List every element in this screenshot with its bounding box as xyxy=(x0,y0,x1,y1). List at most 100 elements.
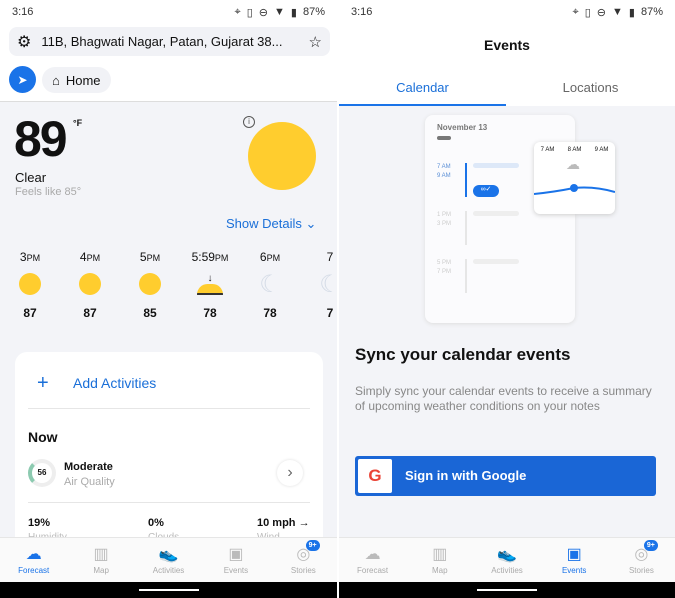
battery-level: 87% xyxy=(302,6,325,18)
sun-icon xyxy=(60,270,120,298)
hour-item[interactable]: 5:59PM ↓ 78 xyxy=(180,250,240,320)
slot-time: 1 PM 3 PM xyxy=(437,212,452,227)
forecast-screen: 3:16 ⌖ ▯ ⊖ ▼ ▮ 87% ⚙ 11B, Bhagwati Nagar, Patan… xyxy=(0,0,337,598)
battery-icon: ▮ xyxy=(628,6,635,19)
nav-activities[interactable]: 👟 Activities xyxy=(473,538,540,582)
location-search-bar[interactable]: ⚙ 11B, Bhagwati Nagar, Patan, Gujarat 38.… xyxy=(9,27,330,56)
hourly-forecast[interactable]: 3PM 87 4PM 87 5PM 85 5:59PM ↓ 78 6PM ☾ 78 7 ☾ 7 xyxy=(0,250,337,320)
bottom-nav: ☁ Forecast ▥ Map 👟 Activities ▣ Events ◎ Stories 9… xyxy=(339,537,675,582)
stories-icon: ◎ xyxy=(634,546,649,563)
sync-description: Simply sync your calendar events to rece… xyxy=(355,384,652,413)
clock: 3:16 xyxy=(12,6,34,18)
events-screen: 3:16 ⌖ ▯ ⊖ ▼ ▮ 87% Events Calendar Locations N… xyxy=(339,0,675,598)
wifi-icon: ▼ xyxy=(274,6,285,18)
forecast-icon: ☁ xyxy=(364,546,381,563)
bottom-nav: ☁ Forecast ▥ Map 👟 Activities ▣ Events ◎ Stories 9… xyxy=(0,537,337,582)
address-text[interactable]: 11B, Bhagwati Nagar, Patan, Gujarat 38..… xyxy=(41,34,298,49)
home-label: Home xyxy=(65,72,101,88)
plus-icon[interactable]: + xyxy=(37,372,49,395)
hour-temp: 87 xyxy=(23,306,37,320)
hour-item[interactable]: 4PM 87 xyxy=(60,250,120,320)
battery-icon: ▮ xyxy=(290,6,297,19)
vibrate-icon: ▯ xyxy=(246,6,253,19)
sign-in-label: Sign in with Google xyxy=(405,468,527,483)
metric-value: 10 mph → xyxy=(257,517,310,529)
hour-item[interactable]: 6PM ☾ 78 xyxy=(240,250,300,320)
page-title: Events xyxy=(484,37,530,53)
sync-heading: Sync your calendar events xyxy=(355,345,571,364)
nav-forecast[interactable]: ☁ Forecast xyxy=(0,538,67,582)
home-indicator xyxy=(339,582,675,598)
show-details-button[interactable]: Show Details ⌄ xyxy=(226,216,316,232)
dnd-icon: ⊖ xyxy=(596,6,607,19)
dnd-icon: ⊖ xyxy=(258,6,269,19)
current-temperature: 89 xyxy=(14,111,68,167)
nav-stories[interactable]: ◎ Stories 9+ xyxy=(270,538,337,582)
nav-map[interactable]: ▥ Map xyxy=(406,538,473,582)
navigation-arrow-icon: ➤ xyxy=(17,72,28,87)
now-title: Now xyxy=(28,429,58,445)
add-activities-button[interactable]: Add Activities xyxy=(73,375,156,391)
hour-temp: 85 xyxy=(143,306,157,320)
sun-icon xyxy=(0,270,60,298)
notification-badge: 9+ xyxy=(643,540,658,551)
temperature-unit: °F xyxy=(73,118,83,128)
hour-temp: 78 xyxy=(263,306,277,320)
google-logo-icon: G xyxy=(358,459,392,493)
aqi-level: Moderate xyxy=(64,461,113,473)
nav-events[interactable]: ▣ Events xyxy=(202,538,269,582)
hour-temp: 78 xyxy=(203,306,217,320)
wifi-icon: ▼ xyxy=(612,6,623,18)
nav-forecast[interactable]: ☁ Forecast xyxy=(339,538,406,582)
hour-item[interactable]: 3PM 87 xyxy=(0,250,60,320)
current-location-button[interactable]: ➤ xyxy=(9,66,36,93)
info-icon[interactable]: i xyxy=(243,116,255,128)
activities-icon: 👟 xyxy=(158,546,179,563)
status-bar: 3:16 ⌖ ▯ ⊖ ▼ ▮ 87% xyxy=(0,0,337,24)
temperature-curve xyxy=(534,184,615,195)
aqi-gauge: 56 xyxy=(28,459,56,487)
events-icon: ▣ xyxy=(228,546,244,563)
home-chip[interactable]: ⌂ Home xyxy=(42,67,111,93)
binoculars-check-icon: ∞✓ xyxy=(473,185,499,197)
nav-stories[interactable]: ◎ Stories 9+ xyxy=(608,538,675,582)
popup-hour: 7 AM xyxy=(540,147,555,153)
divider xyxy=(28,408,310,409)
moon-icon: ☾ xyxy=(259,270,281,298)
hour-item[interactable]: 5PM 85 xyxy=(120,250,180,320)
sunset-icon: ↓ xyxy=(180,270,240,298)
stories-icon: ◎ xyxy=(296,546,311,563)
chevron-down-icon: ⌄ xyxy=(305,216,317,231)
map-icon: ▥ xyxy=(432,546,448,563)
illustration-date: November 13 xyxy=(437,123,488,132)
hour-item[interactable]: 7 ☾ 7 xyxy=(300,250,337,320)
aqi-label: Air Quality xyxy=(64,476,115,488)
battery-level: 87% xyxy=(640,6,663,18)
star-add-icon[interactable]: ☆ xyxy=(309,33,322,51)
popup-hour: 8 AM xyxy=(567,147,582,153)
events-icon: ▣ xyxy=(566,546,582,563)
slot-time: 5 PM 7 PM xyxy=(437,260,452,275)
vibrate-icon: ▯ xyxy=(584,6,591,19)
nav-activities[interactable]: 👟 Activities xyxy=(135,538,202,582)
popup-hour: 9 AM xyxy=(594,147,609,153)
activities-icon: 👟 xyxy=(497,546,517,563)
nav-events[interactable]: ▣ Events xyxy=(541,538,608,582)
map-icon: ▥ xyxy=(93,546,109,563)
condition: Clear xyxy=(15,170,47,185)
divider xyxy=(28,502,310,503)
home-icon: ⌂ xyxy=(52,72,60,88)
metric-value: 19% xyxy=(28,517,51,529)
gear-icon[interactable]: ⚙ xyxy=(17,32,31,52)
rain-cloud-icon: ☁ xyxy=(566,156,580,172)
nav-map[interactable]: ▥ Map xyxy=(67,538,134,582)
aqi-chevron-button[interactable]: › xyxy=(277,460,303,486)
home-indicator xyxy=(0,582,337,598)
hour-temp: 7 xyxy=(326,306,334,320)
weather-popup: 7 AM 8 AM 9 AM ☁ xyxy=(534,142,615,214)
tab-locations[interactable]: Locations xyxy=(506,80,675,95)
moon-icon: ☾ xyxy=(319,270,337,298)
sign-in-google-button[interactable]: G Sign in with Google xyxy=(355,456,656,496)
tab-calendar[interactable]: Calendar xyxy=(339,80,506,106)
location-icon: ⌖ xyxy=(234,5,241,18)
